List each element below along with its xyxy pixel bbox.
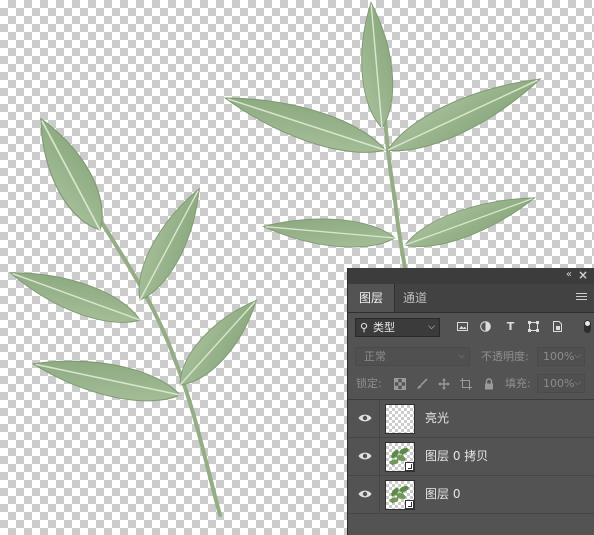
layer-name[interactable]: 图层 0 拷贝 [425,438,488,475]
artboard-icon[interactable] [460,378,472,390]
layers-list: 亮光 图层 0 拷贝 图层 0 [348,400,594,514]
layers-panel: « × 图层 通道 ⚲ 类型 ⌵ T 正常 ⌵ 不透明度: 100% ⌵ 锁定:… [347,268,594,535]
layer-row[interactable]: 亮光 [348,400,594,438]
right-leaf-branch [219,0,548,270]
eye-icon[interactable] [358,451,372,461]
tab-channels[interactable]: 通道 [392,284,438,312]
panel-menu-icon[interactable] [576,293,587,302]
fill-value: 100% [543,377,575,390]
visibility-divider [379,476,380,513]
blend-mode-value: 正常 [364,350,386,363]
collapse-panel-icon[interactable]: « [566,269,572,280]
layer-row[interactable]: 图层 0 [348,476,594,514]
eye-icon[interactable] [358,489,372,499]
opacity-label: 不透明度: [481,350,529,363]
visibility-divider [379,400,380,437]
layer-filter-row: ⚲ 类型 ⌵ T [348,316,594,340]
panel-tabs: 图层 通道 [348,284,594,313]
chevron-down-icon: ⌵ [428,322,435,332]
lock-row: 锁定: 填充: 100% ⌵ [348,374,594,396]
layer-name[interactable]: 图层 0 [425,476,460,513]
layer-name[interactable]: 亮光 [425,400,449,437]
opacity-value: 100% [543,350,575,363]
fill-field[interactable]: 100% ⌵ [537,374,585,393]
blend-mode-select[interactable]: 正常 ⌵ [355,347,470,366]
left-leaf-branch [4,109,268,517]
image-filter-icon[interactable] [457,321,468,332]
layer-thumbnail [385,442,415,472]
smart-object-badge-icon [405,462,414,471]
filter-kind-select[interactable]: ⚲ 类型 ⌵ [355,318,440,337]
lock-transparent-pixels-icon[interactable] [394,378,406,390]
lock-icon[interactable] [483,378,495,390]
panel-title-bar[interactable]: « × [348,268,594,284]
fill-label: 填充: [505,377,531,390]
chevron-down-icon: ⌵ [458,351,465,361]
eye-icon[interactable] [358,413,372,423]
layer-thumbnail [385,404,415,434]
chevron-down-icon: ⌵ [574,351,581,361]
shape-filter-icon[interactable] [528,321,539,332]
brush-icon[interactable] [416,378,428,390]
opacity-field[interactable]: 100% ⌵ [537,347,585,366]
lock-label: 锁定: [356,377,382,390]
smart-object-filter-icon[interactable] [552,321,563,332]
adjustment-filter-icon[interactable] [480,321,491,332]
layer-row[interactable]: 图层 0 拷贝 [348,438,594,476]
close-icon[interactable]: × [578,268,588,282]
type-filter-icon[interactable]: T [505,321,516,332]
blend-row: 正常 ⌵ 不透明度: 100% ⌵ [348,346,594,368]
smart-object-badge-icon [405,500,414,509]
visibility-divider [379,438,380,475]
chevron-down-icon: ⌵ [574,378,581,388]
tab-layers[interactable]: 图层 [348,284,396,312]
filter-kind-label: 类型 [373,321,395,334]
filter-toggle-switch[interactable] [584,320,591,333]
layer-thumbnail [385,480,415,510]
move-icon[interactable] [438,378,450,390]
search-icon: ⚲ [360,321,369,334]
